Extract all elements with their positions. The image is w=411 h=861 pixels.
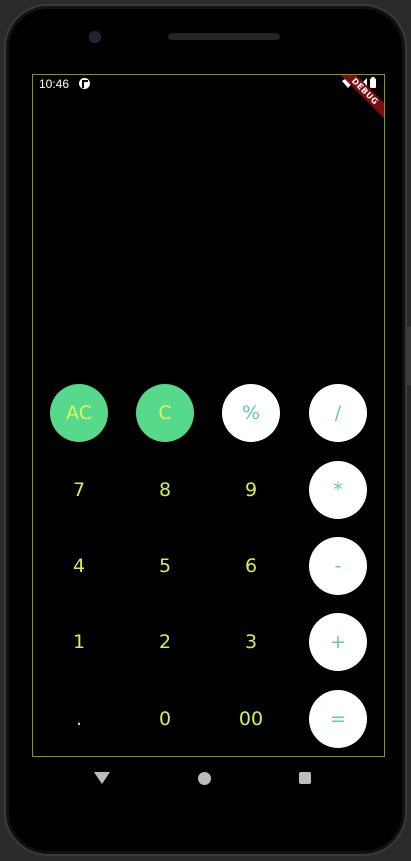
digit-3-button[interactable]: 3 [222, 613, 280, 671]
digit-9-button[interactable]: 9 [222, 461, 280, 519]
digit-1-button[interactable]: 1 [50, 613, 108, 671]
digit-8-button[interactable]: 8 [136, 461, 194, 519]
back-icon[interactable] [94, 772, 110, 784]
clear-button[interactable]: C [136, 384, 194, 442]
digit-7-button[interactable]: 7 [50, 461, 108, 519]
calculator-keypad: AC C%/7 8 9 * 4 5 6-1 2 3 +. 0 00 = [33, 75, 384, 756]
home-icon[interactable] [198, 772, 211, 785]
front-camera [90, 32, 100, 42]
percent-button[interactable]: % [222, 384, 280, 442]
volume-button [407, 326, 411, 386]
phone-frame: 10:46 DEBUG AC C%/7 8 9 * 4 5 6-1 2 3 +. 0 00 = [4, 4, 411, 856]
recents-icon[interactable] [299, 772, 311, 784]
digit-0-button[interactable]: 0 [136, 690, 194, 748]
subtract-button[interactable]: - [309, 537, 367, 595]
all-clear-button[interactable]: AC [50, 384, 108, 442]
digit-6-button[interactable]: 6 [222, 537, 280, 595]
equals-button[interactable]: = [309, 690, 367, 748]
multiply-button[interactable]: * [309, 461, 367, 519]
digit-4-button[interactable]: 4 [50, 537, 108, 595]
add-button[interactable]: + [309, 613, 367, 671]
app-screen: 10:46 DEBUG AC C%/7 8 9 * 4 5 6-1 2 3 +. 0 00 = [32, 74, 385, 757]
decimal-button[interactable]: . [50, 690, 108, 748]
double-zero-button[interactable]: 00 [222, 690, 280, 748]
divide-button[interactable]: / [309, 384, 367, 442]
digit-5-button[interactable]: 5 [136, 537, 194, 595]
earpiece-speaker [168, 33, 280, 40]
digit-2-button[interactable]: 2 [136, 613, 194, 671]
navigation-bar [6, 760, 409, 800]
